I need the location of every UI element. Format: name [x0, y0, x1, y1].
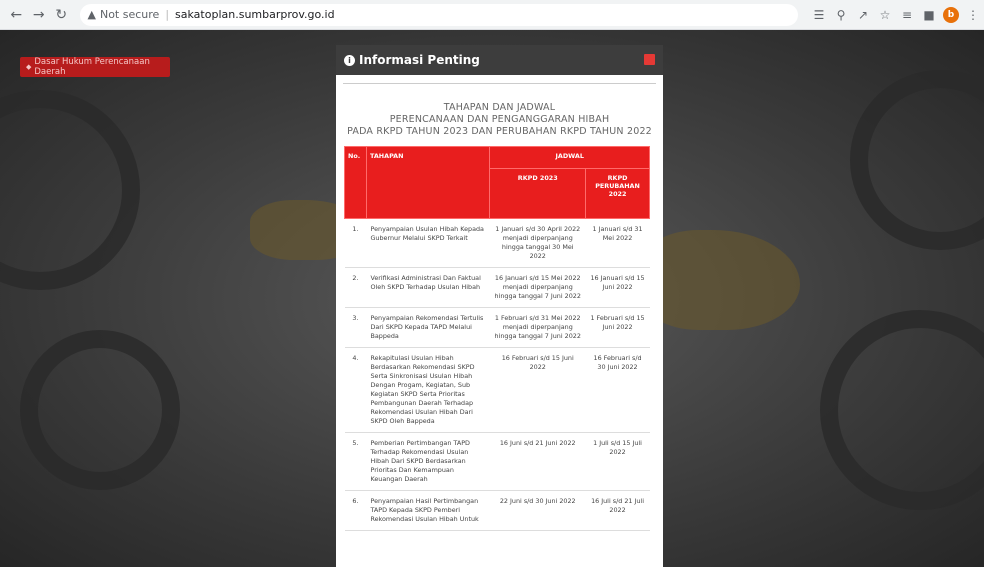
table-row: 6. Penyampaian Hasil Pertimbangan TAPD K… — [344, 490, 650, 531]
row-stage: Penyampaian Rekomendasi Tertulis Dari SK… — [366, 307, 490, 348]
address-bar[interactable]: ▲ Not secure | sakatoplan.sumbarprov.go.… — [79, 3, 798, 26]
row-no: 1. — [344, 218, 367, 268]
zoom-icon[interactable]: ⚲ — [830, 4, 852, 26]
row-stage: Penyampaian Usulan Hibah Kepada Gubernur… — [366, 218, 490, 268]
reload-icon[interactable]: ↻ — [51, 4, 72, 26]
row-stage: Rekapitulasi Usulan Hibah Berdasarkan Re… — [366, 347, 490, 433]
row-rkpd: 1 Januari s/d 30 April 2022 menjadi dipe… — [489, 218, 586, 268]
modal-body: TAHAPAN DAN JADWAL PERENCANAAN DAN PENGA… — [336, 75, 663, 567]
table-row: 1. Penyampaian Usulan Hibah Kepada Guber… — [344, 218, 650, 268]
row-stage: Pemberian Pertimbangan TAPD Terhadap Rek… — [366, 432, 490, 491]
row-rkpd: 1 Februari s/d 31 Mei 2022 menjadi diper… — [489, 307, 586, 348]
row-rkpd: 22 Juni s/d 30 Juni 2022 — [489, 490, 586, 531]
translate-icon[interactable]: ☰ — [808, 4, 830, 26]
back-arrow-icon[interactable]: ← — [6, 4, 27, 26]
schedule-heading: TAHAPAN DAN JADWAL PERENCANAAN DAN PENGA… — [343, 84, 656, 146]
row-rkpd: 16 Juni s/d 21 Juni 2022 — [489, 432, 586, 491]
modal-content: TAHAPAN DAN JADWAL PERENCANAAN DAN PENGA… — [343, 83, 656, 146]
ornament-decoration — [0, 90, 140, 290]
separator: | — [165, 8, 170, 21]
reading-list-icon[interactable]: ≡ — [896, 4, 918, 26]
heading-line-2: PERENCANAAN DAN PENGANGGARAN HIBAH — [389, 114, 610, 125]
avatar: b — [943, 6, 959, 23]
modal-header: i Informasi Penting — [336, 45, 663, 75]
map-decoration — [640, 230, 800, 330]
row-stage: Verifikasi Administrasi Dan Faktual Oleh… — [366, 267, 490, 308]
heading-line-3: PADA RKPD TAHUN 2023 DAN PERUBAHAN RKPD … — [347, 126, 652, 137]
table-row: 4. Rekapitulasi Usulan Hibah Berdasarkan… — [344, 347, 650, 433]
profile-avatar[interactable]: b — [940, 4, 962, 26]
table-row: 5. Pemberian Pertimbangan TAPD Terhadap … — [344, 432, 650, 491]
modal-title: Informasi Penting — [359, 53, 480, 67]
row-perubahan: 16 Januari s/d 15 Juni 2022 — [585, 267, 650, 308]
ornament-decoration — [820, 310, 984, 510]
browser-toolbar: ← → ↻ ▲ Not secure | sakatoplan.sumbarpr… — [0, 0, 984, 30]
row-perubahan: 16 Februari s/d 30 Juni 2022 — [585, 347, 650, 433]
row-no: 6. — [344, 490, 367, 531]
row-rkpd: 16 Januari s/d 15 Mei 2022 menjadi diper… — [489, 267, 586, 308]
tag-icon: ◆ — [26, 63, 32, 71]
ornament-decoration — [20, 330, 180, 490]
col-no-header: No. — [344, 146, 367, 219]
row-perubahan: 1 Januari s/d 31 Mei 2022 — [585, 218, 650, 268]
heading-line-1: TAHAPAN DAN JADWAL — [443, 102, 556, 113]
side-button-label: Dasar Hukum Perencanaan Daerah — [34, 57, 150, 77]
table-row: 3. Penyampaian Rekomendasi Tertulis Dari… — [344, 307, 650, 348]
bookmark-star-icon[interactable]: ☆ — [874, 4, 896, 26]
col-rkpd-header: RKPD 2023 — [489, 168, 587, 219]
col-stage-header: TAHAPAN — [365, 146, 491, 219]
legal-basis-button[interactable]: ◆ Dasar Hukum Perencanaan Daerah — [20, 57, 170, 77]
page-background: ◆ Dasar Hukum Perencanaan Daerah i Infor… — [0, 30, 984, 567]
row-perubahan: 1 Februari s/d 15 Juni 2022 — [585, 307, 650, 348]
warning-icon: ▲ — [87, 8, 96, 21]
col-perubahan-header: RKPD PERUBAHAN 2022 — [585, 168, 650, 219]
side-panel-icon[interactable]: ■ — [918, 4, 940, 26]
row-no: 4. — [344, 347, 367, 433]
url-text: sakatoplan.sumbarprov.go.id — [175, 8, 335, 21]
row-no: 5. — [344, 432, 367, 491]
col-schedule-header: JADWAL — [489, 146, 650, 169]
info-icon: i — [344, 54, 355, 66]
row-rkpd: 16 Februari s/d 15 Juni 2022 — [489, 347, 586, 433]
row-stage: Penyampaian Hasil Pertimbangan TAPD Kepa… — [366, 490, 490, 531]
table-row: 2. Verifikasi Administrasi Dan Faktual O… — [344, 267, 650, 308]
row-no: 3. — [344, 307, 367, 348]
close-button[interactable] — [644, 54, 655, 65]
forward-arrow-icon[interactable]: → — [29, 4, 50, 26]
share-icon[interactable]: ↗ — [852, 4, 874, 26]
row-perubahan: 16 Juli s/d 21 Juli 2022 — [585, 490, 650, 531]
security-label: Not secure — [99, 8, 160, 21]
row-no: 2. — [344, 267, 367, 308]
row-perubahan: 1 Juli s/d 15 Juli 2022 — [585, 432, 650, 491]
info-modal: i Informasi Penting TAHAPAN DAN JADWAL P… — [336, 45, 663, 567]
menu-kebab-icon[interactable]: ⋮ — [962, 4, 984, 26]
ornament-decoration — [850, 70, 984, 250]
schedule-table: No. TAHAPAN JADWAL RKPD 2023 RKPD PERUBA… — [344, 146, 650, 531]
